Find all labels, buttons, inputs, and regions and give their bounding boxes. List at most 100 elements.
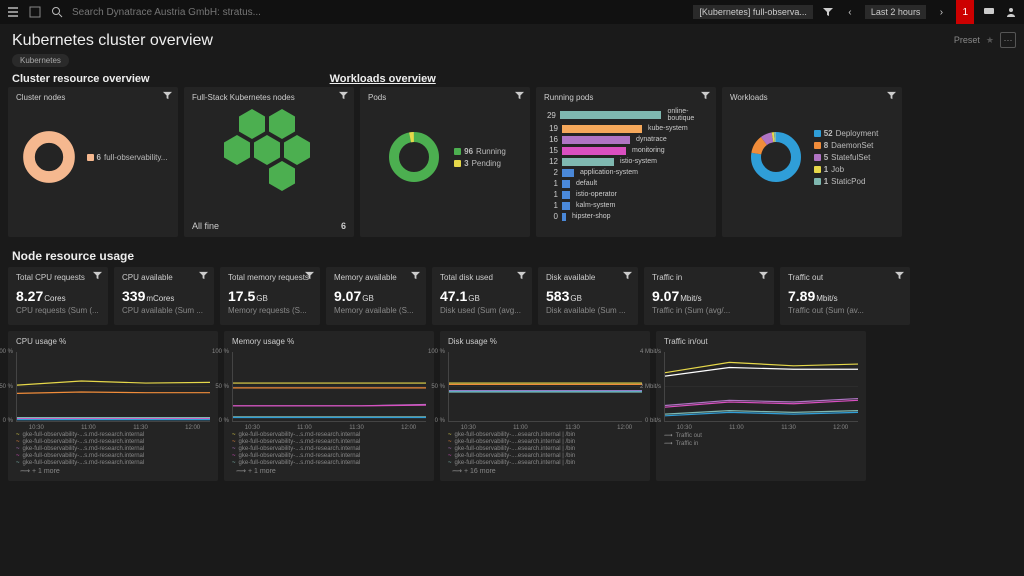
section-workloads-overview[interactable]: Workloads overview xyxy=(330,73,436,85)
metric-card[interactable]: Traffic out 7.89Mbit/s Traffic out (Sum … xyxy=(780,267,910,325)
metric-card[interactable]: Memory available 9.07GB Memory available… xyxy=(326,267,426,325)
metric-title: Traffic out xyxy=(788,273,902,282)
card-title: Pods xyxy=(368,93,522,102)
chat-icon[interactable] xyxy=(982,5,996,19)
running-pods-row[interactable]: 16dynatrace xyxy=(544,135,708,144)
running-pods-row[interactable]: 12istio-system xyxy=(544,157,708,166)
section-node-resource-usage: Node resource usage xyxy=(0,237,1024,267)
chart-legend-item[interactable]: ~ gke-full-observability-....esearch.int… xyxy=(448,453,642,459)
chart-legend-item[interactable]: ~ gke-full-observability-...s.rnd-resear… xyxy=(16,439,210,445)
card-cluster-nodes[interactable]: Cluster nodes 6 full-observability... xyxy=(8,87,178,237)
metric-title: CPU available xyxy=(122,273,206,282)
metric-card[interactable]: Total memory requests 17.5GB Memory requ… xyxy=(220,267,320,325)
chart-legend-item[interactable]: ~ gke-full-observability-...s.rnd-resear… xyxy=(232,432,426,438)
chart-legend-item[interactable]: ~ gke-full-observability-...s.rnd-resear… xyxy=(16,446,210,452)
metric-sub: Disk used (Sum (avg... xyxy=(440,306,524,315)
search-input[interactable] xyxy=(72,7,685,18)
running-pods-row[interactable]: 15monitoring xyxy=(544,146,708,155)
logo-icon xyxy=(28,5,42,19)
running-pods-row[interactable]: 1default xyxy=(544,179,708,188)
card-filter-icon[interactable] xyxy=(515,91,524,103)
card-pods[interactable]: Pods 96 Running 3 Pending xyxy=(360,87,530,237)
card-filter-icon[interactable] xyxy=(305,271,314,283)
chart-legend-item[interactable]: ⟿ Traffic in xyxy=(664,440,858,447)
card-title: Full-Stack Kubernetes nodes xyxy=(192,93,346,102)
running-pods-row[interactable]: 2application-system xyxy=(544,168,708,177)
card-filter-icon[interactable] xyxy=(199,271,208,283)
chart-legend-item[interactable]: ~ gke-full-observability-....esearch.int… xyxy=(448,460,642,466)
chart-more[interactable]: ⟿ + 16 more xyxy=(452,467,642,475)
metric-title: Disk available xyxy=(546,273,630,282)
metric-card[interactable]: CPU available 339mCores CPU available (S… xyxy=(114,267,214,325)
metric-value: 7.89 xyxy=(788,288,815,304)
chart-card[interactable]: Traffic in/out 4 Mbit/s2 Mbit/s0 bit/s 1… xyxy=(656,331,866,481)
more-menu-icon[interactable]: ⋯ xyxy=(1000,32,1016,48)
metric-sub: Traffic in (Sum (avg/... xyxy=(652,306,766,315)
card-filter-icon[interactable] xyxy=(887,91,896,103)
metric-card[interactable]: Traffic in 9.07Mbit/s Traffic in (Sum (a… xyxy=(644,267,774,325)
running-pods-row[interactable]: 1kalm-system xyxy=(544,201,708,210)
chart-legend-item[interactable]: ~ gke-full-observability-...s.rnd-resear… xyxy=(16,453,210,459)
metric-card[interactable]: Total disk used 47.1GB Disk used (Sum (a… xyxy=(432,267,532,325)
next-timeframe-icon[interactable]: › xyxy=(934,5,948,19)
card-filter-icon[interactable] xyxy=(411,271,420,283)
chart-card[interactable]: Memory usage % 100 %50 %0 % 10:3011:0011… xyxy=(224,331,434,481)
menu-icon[interactable] xyxy=(6,5,20,19)
chart-legend-item[interactable]: ~ gke-full-observability-...s.rnd-resear… xyxy=(16,460,210,466)
card-filter-icon[interactable] xyxy=(759,271,768,283)
fullstack-status: All fine xyxy=(192,221,219,231)
metric-card[interactable]: Total CPU requests 8.27Cores CPU request… xyxy=(8,267,108,325)
chart-legend-item[interactable]: ~ gke-full-observability-...s.rnd-resear… xyxy=(232,446,426,452)
chart-more[interactable]: ⟿ + 1 more xyxy=(20,467,210,475)
card-filter-icon[interactable] xyxy=(517,271,526,283)
card-fullstack-nodes[interactable]: Full-Stack Kubernetes nodes All fine6 xyxy=(184,87,354,237)
breadcrumb[interactable]: Kubernetes xyxy=(12,54,69,67)
section-cluster-overview: Cluster resource overview xyxy=(12,73,150,85)
running-pods-row[interactable]: 1istio-operator xyxy=(544,190,708,199)
chart-legend-item[interactable]: ~ gke-full-observability-...s.rnd-resear… xyxy=(232,439,426,445)
pods-donut xyxy=(384,127,444,187)
cluster-nodes-donut xyxy=(19,127,79,187)
card-filter-icon[interactable] xyxy=(93,271,102,283)
chart-legend-item[interactable]: ~ gke-full-observability-....esearch.int… xyxy=(448,432,642,438)
card-filter-icon[interactable] xyxy=(895,271,904,283)
running-pods-row[interactable]: 29online-boutique xyxy=(544,108,708,122)
line-chart: 100 %50 %0 % 10:3011:0011:3012:00 xyxy=(448,352,642,422)
chart-card[interactable]: CPU usage % 100 %50 %0 % 10:3011:0011:30… xyxy=(8,331,218,481)
chart-legend-item[interactable]: ~ gke-full-observability-....esearch.int… xyxy=(448,446,642,452)
chart-card[interactable]: Disk usage % 100 %50 %0 % 10:3011:0011:3… xyxy=(440,331,650,481)
preset-label: Preset xyxy=(954,35,980,45)
chart-more[interactable]: ⟿ + 1 more xyxy=(236,467,426,475)
card-filter-icon[interactable] xyxy=(701,91,710,103)
metric-value: 339 xyxy=(122,288,145,304)
metric-title: Traffic in xyxy=(652,273,766,282)
chart-legend-item[interactable]: ~ gke-full-observability-...s.rnd-resear… xyxy=(232,460,426,466)
chart-legend-item[interactable]: ~ gke-full-observability-....esearch.int… xyxy=(448,439,642,445)
prev-timeframe-icon[interactable]: ‹ xyxy=(843,5,857,19)
metric-card[interactable]: Disk available 583GB Disk available (Sum… xyxy=(538,267,638,325)
running-pods-row[interactable]: 19kube-system xyxy=(544,124,708,133)
line-chart: 100 %50 %0 % 10:3011:0011:3012:00 xyxy=(232,352,426,422)
user-icon[interactable] xyxy=(1004,5,1018,19)
chart-title: CPU usage % xyxy=(16,337,210,346)
page-title: Kubernetes cluster overview xyxy=(12,32,1012,50)
metric-title: Total disk used xyxy=(440,273,524,282)
card-workloads[interactable]: Workloads 52 Deployment8 DaemonSet5 Stat… xyxy=(722,87,902,237)
metric-value: 8.27 xyxy=(16,288,43,304)
card-filter-icon[interactable] xyxy=(163,91,172,103)
chart-legend-item[interactable]: ⟿ Traffic out xyxy=(664,432,858,439)
favorite-icon[interactable]: ★ xyxy=(986,35,994,46)
metric-sub: Traffic out (Sum (av... xyxy=(788,306,902,315)
running-pods-row[interactable]: 0hipster-shop xyxy=(544,212,708,221)
card-running-pods[interactable]: Running pods 29online-boutique19kube-sys… xyxy=(536,87,716,237)
timeframe-picker[interactable]: Last 2 hours xyxy=(865,5,927,19)
card-filter-icon[interactable] xyxy=(623,271,632,283)
filter-icon[interactable] xyxy=(821,5,835,19)
alert-badge[interactable]: 1 xyxy=(956,0,974,24)
search-icon[interactable] xyxy=(50,5,64,19)
chart-legend-item[interactable]: ~ gke-full-observability-...s.rnd-resear… xyxy=(232,453,426,459)
chart-title: Traffic in/out xyxy=(664,337,858,346)
metric-sub: Disk available (Sum ... xyxy=(546,306,630,315)
chart-legend-item[interactable]: ~ gke-full-observability-...s.rnd-resear… xyxy=(16,432,210,438)
scope-pill[interactable]: [Kubernetes] full-observa... xyxy=(693,5,813,19)
